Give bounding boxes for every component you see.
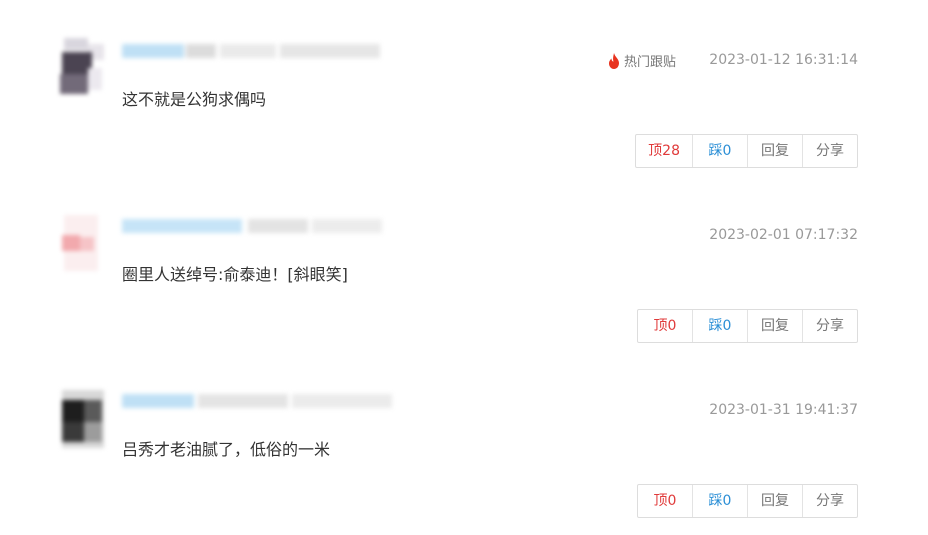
comment-timestamp: 2023-01-31 19:41:37 xyxy=(709,402,858,418)
username-blurred[interactable] xyxy=(122,215,392,237)
comment-item: 2023-02-01 07:17:32 圈里人送绰号:俞泰迪！[斜眼笑] 顶0 … xyxy=(0,209,928,369)
comment-actions: 顶0 踩0 回复 分享 xyxy=(637,309,858,343)
avatar[interactable] xyxy=(58,388,110,450)
share-button[interactable]: 分享 xyxy=(803,485,857,517)
comment-text: 圈里人送绰号:俞泰迪！[斜眼笑] xyxy=(122,265,348,284)
downvote-button[interactable]: 踩0 xyxy=(693,135,748,167)
comment-actions: 顶0 踩0 回复 分享 xyxy=(637,484,858,518)
avatar[interactable] xyxy=(58,213,110,275)
flame-icon xyxy=(609,52,619,69)
comment-timestamp: 2023-01-12 16:31:14 xyxy=(709,52,858,68)
downvote-button[interactable]: 踩0 xyxy=(693,485,748,517)
comment-item: 热门跟贴 2023-01-12 16:31:14 这不就是公狗求偶吗 顶28 踩… xyxy=(0,34,928,194)
share-button[interactable]: 分享 xyxy=(803,135,857,167)
upvote-button[interactable]: 顶28 xyxy=(636,135,693,167)
username-blurred[interactable] xyxy=(122,40,392,62)
reply-button[interactable]: 回复 xyxy=(748,485,803,517)
downvote-button[interactable]: 踩0 xyxy=(693,310,748,342)
upvote-button[interactable]: 顶0 xyxy=(638,310,693,342)
hot-label: 热门跟贴 xyxy=(624,55,677,70)
hot-comment-tag: 热门跟贴 xyxy=(608,51,676,70)
upvote-button[interactable]: 顶0 xyxy=(638,485,693,517)
reply-button[interactable]: 回复 xyxy=(748,135,803,167)
comment-text: 这不就是公狗求偶吗 xyxy=(122,90,267,109)
reply-button[interactable]: 回复 xyxy=(748,310,803,342)
comment-timestamp: 2023-02-01 07:17:32 xyxy=(709,227,858,243)
comment-actions: 顶28 踩0 回复 分享 xyxy=(635,134,858,168)
share-button[interactable]: 分享 xyxy=(803,310,857,342)
comment-text: 吕秀才老油腻了，低俗的一米 xyxy=(122,440,331,459)
comment-list: 热门跟贴 2023-01-12 16:31:14 这不就是公狗求偶吗 顶28 踩… xyxy=(0,0,928,535)
username-blurred[interactable] xyxy=(122,390,392,412)
avatar[interactable] xyxy=(58,38,110,100)
comment-item: 2023-01-31 19:41:37 吕秀才老油腻了，低俗的一米 顶0 踩0 … xyxy=(0,384,928,535)
